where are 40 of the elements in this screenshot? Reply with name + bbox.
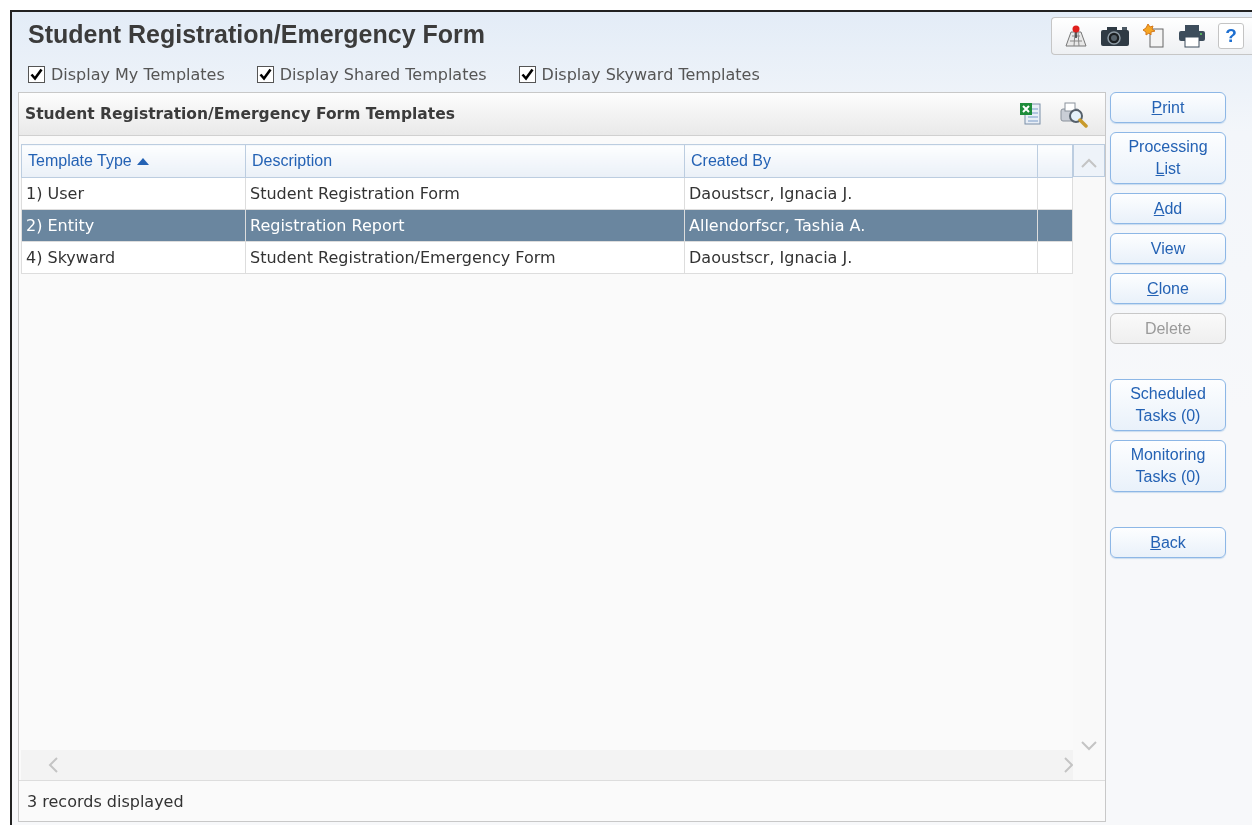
action-button[interactable]: Add: [1110, 193, 1226, 224]
map-pin-icon[interactable]: [1064, 24, 1088, 48]
column-header[interactable]: Template Type: [21, 144, 246, 178]
column-header[interactable]: Description: [245, 144, 685, 178]
print-icon[interactable]: [1178, 24, 1206, 48]
help-button[interactable]: ?: [1218, 23, 1244, 49]
record-count: 3 records displayed: [27, 791, 184, 811]
checkbox[interactable]: [28, 65, 45, 83]
table-cell[interactable]: Registration Report: [245, 209, 685, 242]
table-cell: [1037, 241, 1073, 274]
table-cell[interactable]: 2) Entity: [21, 209, 246, 242]
checkbox-label[interactable]: Display Shared Templates: [279, 64, 487, 84]
action-button[interactable]: Scheduled Tasks (0): [1110, 379, 1226, 431]
page-title: Student Registration/Emergency Form: [28, 19, 486, 49]
action-button[interactable]: Processing List: [1110, 132, 1226, 184]
checkbox[interactable]: [256, 65, 274, 83]
table-cell[interactable]: Student Registration/Emergency Form: [245, 241, 685, 274]
checkbox-label[interactable]: Display My Templates: [51, 64, 225, 84]
camera-icon[interactable]: [1100, 25, 1130, 47]
action-button[interactable]: Back: [1110, 527, 1226, 558]
spreadsheet-icon[interactable]: [1019, 102, 1041, 126]
column-header: [1037, 144, 1073, 178]
table-cell: [1037, 177, 1073, 210]
action-button[interactable]: View: [1110, 233, 1226, 264]
panel-title: Student Registration/Emergency Form Templates: [25, 105, 455, 123]
table-cell[interactable]: Student Registration Form: [245, 177, 685, 210]
table-cell[interactable]: Allendorfscr, Tashia A.: [684, 209, 1038, 242]
note-icon[interactable]: [1142, 23, 1166, 49]
checkbox-label[interactable]: Display Skyward Templates: [541, 64, 760, 84]
preview-icon[interactable]: [1059, 100, 1089, 128]
table-cell[interactable]: 1) User: [21, 177, 246, 210]
table-cell[interactable]: 4) Skyward: [21, 241, 246, 274]
table-cell[interactable]: Daoustscr, Ignacia J.: [684, 177, 1038, 210]
checkbox[interactable]: [518, 65, 536, 83]
action-button[interactable]: Clone: [1110, 273, 1226, 304]
action-button[interactable]: Print: [1110, 92, 1226, 123]
table-cell[interactable]: Daoustscr, Ignacia J.: [684, 241, 1038, 274]
action-button[interactable]: Monitoring Tasks (0): [1110, 440, 1226, 492]
sort-icon: [136, 157, 151, 167]
column-header[interactable]: Created By: [684, 144, 1038, 178]
